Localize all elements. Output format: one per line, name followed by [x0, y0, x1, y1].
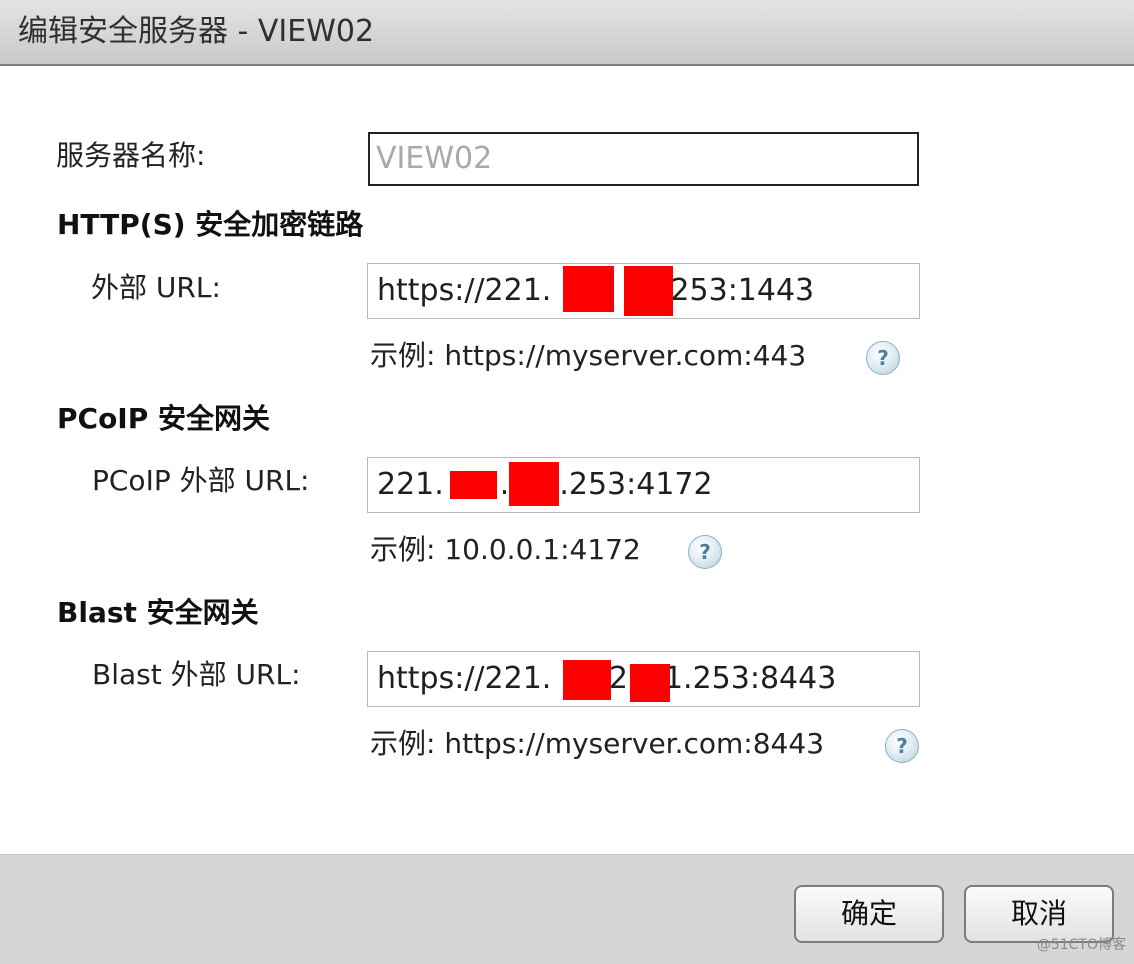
redaction-block [450, 471, 497, 499]
pcoip-url-mid: . [499, 467, 510, 502]
redaction-block [563, 266, 614, 312]
https-url-prefix: https://221. [377, 273, 552, 308]
pcoip-url-prefix: 221. [377, 467, 444, 502]
https-example-hint: 示例: https://myserver.com:443 [370, 339, 807, 372]
blast-external-url-label: Blast 外部 URL: [92, 658, 301, 691]
redaction-block [624, 266, 673, 316]
server-name-label: 服务器名称: [56, 139, 206, 172]
pcoip-section-title: PCoIP 安全网关 [57, 402, 270, 435]
redaction-block [509, 462, 559, 506]
https-external-url-label: 外部 URL: [91, 271, 221, 304]
blast-section-title: Blast 安全网关 [57, 596, 259, 629]
ok-button[interactable]: 确定 [794, 885, 944, 943]
help-icon[interactable]: ? [866, 341, 900, 375]
watermark: @51CTO博客 [1036, 937, 1126, 953]
help-icon[interactable]: ? [688, 535, 722, 569]
blast-example-hint: 示例: https://myserver.com:8443 [370, 727, 825, 760]
dialog-content: 服务器名称: VIEW02 HTTP(S) 安全加密链路 外部 URL: htt… [0, 66, 1134, 854]
https-section-title: HTTP(S) 安全加密链路 [57, 208, 364, 241]
pcoip-external-url-label: PCoIP 外部 URL: [92, 464, 310, 497]
pcoip-example-hint: 示例: 10.0.0.1:4172 [370, 533, 641, 566]
blast-url-prefix: https://221. [377, 661, 552, 696]
server-name-field: VIEW02 [368, 132, 919, 186]
dialog-title-bar: 编辑安全服务器 - VIEW02 [0, 0, 1134, 66]
https-url-suffix: .253:1443 [660, 273, 815, 308]
pcoip-url-suffix: .253:4172 [559, 467, 713, 502]
dialog-footer: 确定 取消 @51CTO博客 [0, 854, 1134, 964]
help-icon[interactable]: ? [885, 729, 919, 763]
redaction-block [563, 660, 611, 700]
redaction-block [630, 664, 670, 702]
blast-url-suffix: 1.253:8443 [663, 661, 837, 696]
dialog-title: 编辑安全服务器 - VIEW02 [18, 14, 375, 49]
